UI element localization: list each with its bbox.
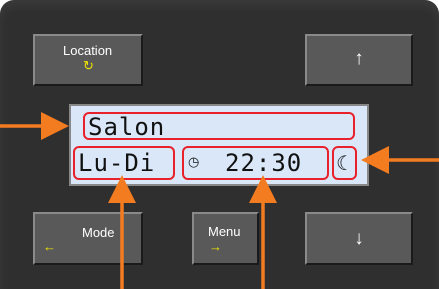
- thermostat-panel: Location ↻ ↑ Mode ← Menu → ↓ Salon Lu-Di…: [0, 0, 439, 289]
- callout-arrows: [0, 112, 439, 289]
